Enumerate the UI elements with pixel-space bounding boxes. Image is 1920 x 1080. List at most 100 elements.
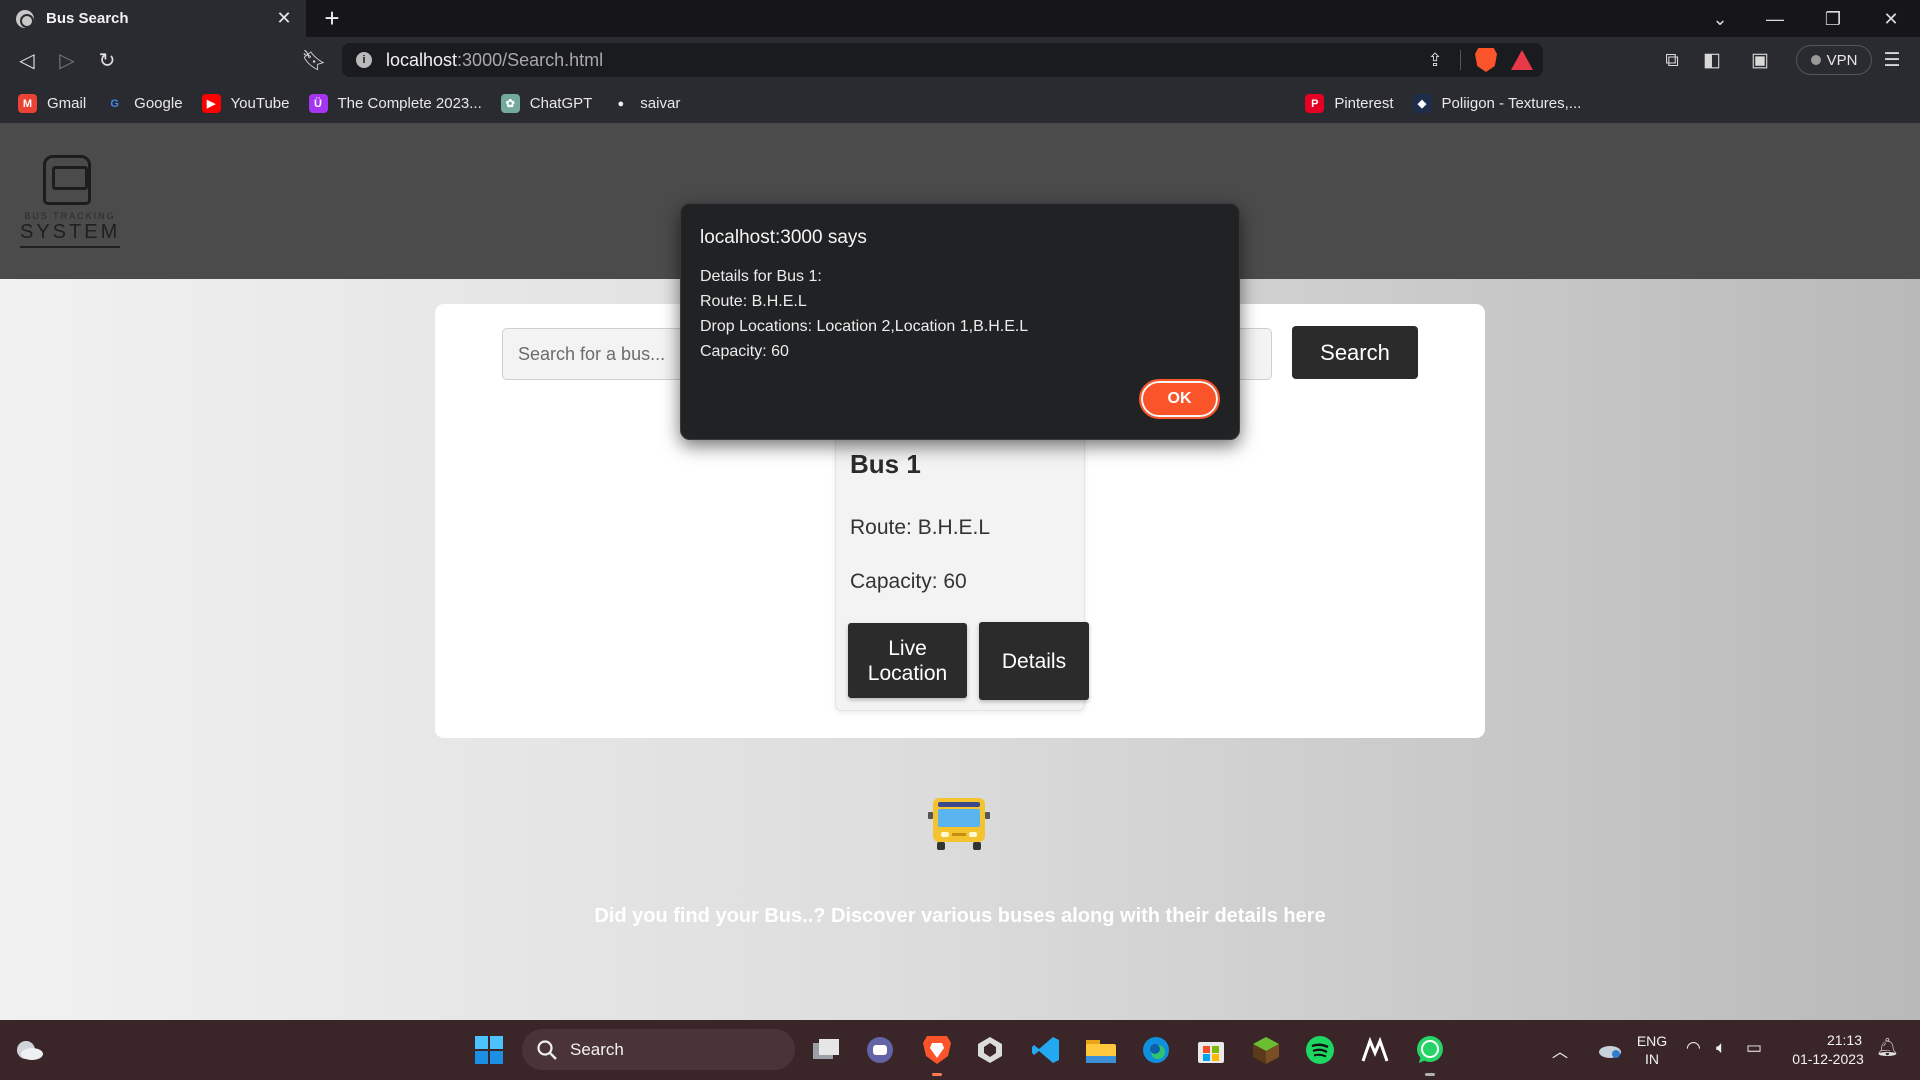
vscode-icon[interactable] <box>1028 1032 1064 1068</box>
dialog-line: Details for Bus 1: <box>700 268 822 285</box>
dialog-ok-button[interactable]: OK <box>1139 379 1220 419</box>
tab-bus-search[interactable]: Bus Search ✕ <box>0 0 306 37</box>
back-button[interactable]: ◁ <box>11 45 43 77</box>
spotify-icon[interactable] <box>1302 1032 1338 1068</box>
udemy-icon: Ü <box>308 94 328 113</box>
bookmark-label: saivar <box>640 95 681 112</box>
bus-card-route: Route: B.H.E.L <box>850 516 991 539</box>
close-tab-icon[interactable]: ✕ <box>274 8 294 29</box>
brave-browser-icon[interactable] <box>919 1032 955 1076</box>
gmail-icon: M <box>18 94 37 113</box>
inkscape-icon[interactable] <box>1357 1032 1393 1068</box>
restore-button[interactable]: ❐ <box>1813 4 1853 34</box>
logo-title: SYSTEM <box>20 221 120 248</box>
wallet-icon[interactable]: ▣ <box>1746 47 1774 75</box>
minimize-button[interactable]: — <box>1755 4 1795 34</box>
bookmark-item[interactable]: ◆ Poliigon - Textures,... <box>1412 94 1582 113</box>
bookmark-label: Poliigon - Textures,... <box>1441 95 1582 112</box>
address-bar[interactable]: i localhost:3000/Search.html ⇪ <box>342 43 1543 77</box>
reload-button[interactable]: ↻ <box>91 45 123 77</box>
vpn-status-icon <box>1810 55 1821 65</box>
close-window-button[interactable]: ✕ <box>1871 4 1911 34</box>
globe-icon <box>16 9 34 28</box>
windows-start-icon[interactable] <box>471 1032 507 1068</box>
teams-chat-icon[interactable] <box>862 1032 898 1068</box>
site-info-icon[interactable]: i <box>356 52 372 68</box>
language-indicator[interactable]: ENG IN <box>1632 1032 1672 1068</box>
bookmark-item[interactable]: Ü The Complete 2023... <box>308 94 482 113</box>
bus-tracking-logo[interactable]: BUS TRACKING SYSTEM <box>20 155 120 248</box>
bookmark-label: Gmail <box>47 95 87 112</box>
windows-taskbar: Search ︿ ENG IN ◠ 🔈︎ ▭ 21:13 01-12-2023 … <box>0 1020 1920 1080</box>
bookmark-item[interactable]: ● saivar <box>611 94 680 113</box>
bus-card: Bus 1 Route: B.H.E.L Capacity: 60 Live L… <box>835 408 1089 711</box>
tagline: Did you find your Bus..? Discover variou… <box>594 905 1326 927</box>
search-button[interactable]: Search <box>1292 326 1418 379</box>
minecraft-icon[interactable] <box>1248 1032 1284 1068</box>
poliigon-icon: ◆ <box>1412 94 1432 113</box>
web-page: BUS TRACKING SYSTEM Search Bus 1 Route: … <box>0 123 1920 1020</box>
vpn-button[interactable]: VPN <box>1796 45 1872 75</box>
region-code: IN <box>1645 1051 1659 1067</box>
search-icon <box>537 1039 557 1060</box>
bookmark-label: Pinterest <box>1334 95 1394 112</box>
clock-date: 01-12-2023 <box>1792 1051 1864 1067</box>
bookmark-item[interactable]: M Gmail <box>18 94 86 113</box>
taskbar-search-box[interactable]: Search <box>522 1029 795 1070</box>
wifi-icon[interactable]: ◠ <box>1686 1038 1701 1058</box>
bookmark-item[interactable]: G Google <box>105 94 183 113</box>
onedrive-icon[interactable] <box>1592 1032 1628 1068</box>
open-app-indicator <box>1425 1073 1435 1076</box>
clock-time: 21:13 <box>1826 1032 1862 1048</box>
extensions-icon[interactable]: ⧉ <box>1658 47 1686 75</box>
whatsapp-icon[interactable] <box>1412 1032 1448 1076</box>
share-icon[interactable]: ⇪ <box>1424 49 1446 71</box>
dialog-line: Drop Locations: Location 2,Location 1,B.… <box>700 318 1029 335</box>
microsoft-store-icon[interactable] <box>1193 1032 1229 1068</box>
menu-icon[interactable]: ☰ <box>1878 47 1906 75</box>
task-view-icon[interactable] <box>808 1032 844 1068</box>
dialog-title: localhost:3000 says <box>700 227 867 248</box>
bookmark-page-icon[interactable]: 🔖︎ <box>298 45 330 77</box>
url-path: :3000/Search.html <box>457 49 604 70</box>
volume-icon[interactable]: 🔈︎ <box>1716 1038 1726 1058</box>
bookmark-item[interactable]: ✿ ChatGPT <box>500 94 593 113</box>
clock[interactable]: 21:13 01-12-2023 <box>1780 1031 1876 1069</box>
google-icon: G <box>105 94 125 113</box>
bus-logo-icon <box>43 155 91 205</box>
edge-icon[interactable] <box>1138 1032 1174 1068</box>
bookmark-label: ChatGPT <box>529 95 593 112</box>
new-tab-button[interactable]: + <box>318 5 346 33</box>
file-explorer-icon[interactable] <box>1083 1032 1119 1068</box>
url-host: localhost <box>386 49 458 70</box>
dialog-message: Details for Bus 1: Route: B.H.E.L Drop L… <box>700 264 1028 364</box>
brave-shields-icon[interactable] <box>1475 48 1497 72</box>
alert-dialog: localhost:3000 says Details for Bus 1: R… <box>680 203 1240 440</box>
show-hidden-icons-chevron-icon[interactable]: ︿ <box>1552 1038 1568 1062</box>
bookmark-item[interactable]: ▶ YouTube <box>201 94 290 113</box>
bookmark-label: Google <box>134 95 183 112</box>
forward-button[interactable]: ▷ <box>51 45 83 77</box>
active-app-indicator <box>932 1073 942 1076</box>
details-button[interactable]: Details <box>979 622 1089 700</box>
sidebar-icon[interactable]: ◧ <box>1698 47 1726 75</box>
pinterest-icon: P <box>1305 94 1325 113</box>
bookmark-label: YouTube <box>230 95 290 112</box>
bus-card-capacity: Capacity: 60 <box>850 570 967 593</box>
bus-card-title: Bus 1 <box>850 449 921 479</box>
divider <box>1460 50 1461 70</box>
tab-title: Bus Search <box>46 10 129 27</box>
bookmark-item[interactable]: P Pinterest <box>1305 94 1394 113</box>
bookmarks-bar: M Gmail G Google ▶ YouTube Ü The Complete 2023.… <box>0 84 1920 123</box>
live-location-button[interactable]: Live Location <box>848 623 967 698</box>
browser-toolbar: ◁ ▷ ↻ 🔖︎ i localhost:3000/Search.html ⇪ … <box>0 37 1920 84</box>
vpn-label: VPN <box>1826 51 1858 69</box>
weather-icon[interactable] <box>14 1038 44 1062</box>
tab-list-chevron-icon[interactable]: ⌄ <box>1700 4 1740 34</box>
brave-rewards-icon[interactable] <box>1511 50 1533 70</box>
language-code: ENG <box>1636 1033 1668 1049</box>
battery-icon[interactable]: ▭ <box>1746 1038 1762 1058</box>
notification-bell-icon[interactable]: 🔔︎ <box>1876 1037 1899 1058</box>
dialog-line: Capacity: 60 <box>700 343 789 360</box>
unity-hub-icon[interactable] <box>972 1032 1008 1068</box>
